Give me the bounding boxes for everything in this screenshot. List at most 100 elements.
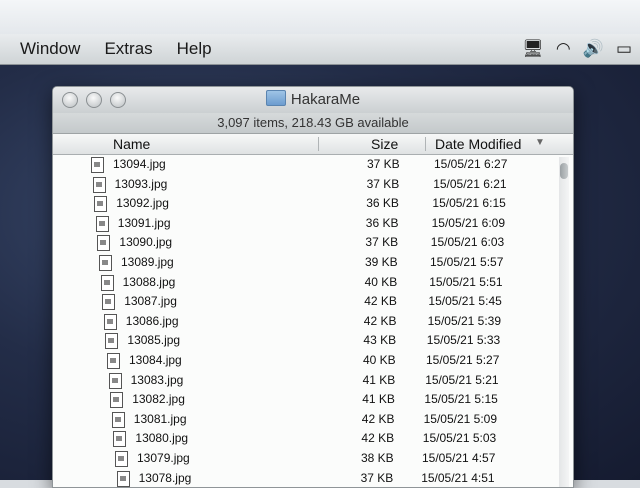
file-date-modified: 15/05/21 5:27 bbox=[426, 353, 500, 367]
file-size: 42 KB bbox=[361, 411, 395, 426]
table-row[interactable]: 13088.jpg 40 KB 15/05/21 5:51 bbox=[53, 273, 573, 293]
jpg-file-icon bbox=[105, 333, 119, 350]
table-row[interactable]: 13093.jpg 37 KB 15/05/21 6:21 bbox=[53, 175, 573, 195]
window-title: HakaraMe bbox=[53, 90, 573, 108]
file-size: 37 KB bbox=[365, 235, 399, 250]
menu-window[interactable]: Window bbox=[20, 39, 80, 59]
file-date-modified: 15/05/21 5:09 bbox=[423, 411, 497, 426]
table-row[interactable]: 13094.jpg 37 KB 15/05/21 6:27 bbox=[53, 155, 573, 175]
file-date-modified: 15/05/21 5:39 bbox=[427, 313, 501, 328]
status-icons: 🖥 ◠ 🔊 ▭ bbox=[522, 39, 632, 59]
file-date-modified: 15/05/21 6:09 bbox=[431, 215, 505, 230]
jpg-file-icon bbox=[94, 196, 108, 213]
file-date-modified: 15/05/21 6:03 bbox=[430, 235, 505, 250]
file-name: 13088.jpg bbox=[122, 274, 176, 289]
file-name: 13081.jpg bbox=[133, 411, 187, 426]
file-size: 43 KB bbox=[363, 333, 397, 348]
jpg-file-icon bbox=[99, 255, 112, 271]
jpg-file-icon bbox=[103, 313, 117, 330]
window-title-text: HakaraMe bbox=[290, 91, 361, 108]
table-row[interactable]: 13092.jpg 36 KB 15/05/21 6:15 bbox=[53, 194, 573, 214]
jpg-file-icon bbox=[115, 451, 128, 467]
file-name: 13082.jpg bbox=[132, 392, 185, 407]
table-row[interactable]: 13083.jpg 41 KB 15/05/21 5:21 bbox=[53, 371, 573, 391]
column-divider[interactable] bbox=[425, 137, 426, 151]
file-date-modified: 15/05/21 4:51 bbox=[421, 470, 495, 485]
file-date-modified: 15/05/21 6:21 bbox=[433, 176, 507, 191]
folder-icon bbox=[265, 90, 286, 106]
jpg-file-icon bbox=[95, 215, 109, 232]
menu-help[interactable]: Help bbox=[177, 39, 212, 59]
file-size: 37 KB bbox=[360, 470, 394, 485]
file-size: 42 KB bbox=[361, 431, 395, 446]
file-date-modified: 15/05/21 5:03 bbox=[422, 431, 497, 446]
table-row[interactable]: 13080.jpg 42 KB 15/05/21 5:03 bbox=[53, 429, 573, 449]
file-name: 13090.jpg bbox=[119, 235, 173, 250]
column-name[interactable]: Name bbox=[113, 136, 150, 152]
menu-extras[interactable]: Extras bbox=[104, 39, 152, 59]
jpg-file-icon bbox=[97, 235, 111, 252]
file-name: 13091.jpg bbox=[117, 215, 171, 230]
jpg-file-icon bbox=[108, 372, 122, 389]
table-row[interactable]: 13078.jpg 37 KB 15/05/21 4:51 bbox=[53, 469, 573, 487]
scrollbar-thumb[interactable] bbox=[560, 163, 568, 179]
file-size: 41 KB bbox=[362, 372, 396, 387]
table-row[interactable]: 13090.jpg 37 KB 15/05/21 6:03 bbox=[53, 233, 573, 253]
status-bar: 3,097 items, 218.43 GB available bbox=[53, 113, 573, 134]
table-row[interactable]: 13091.jpg 36 KB 15/05/21 6:09 bbox=[53, 214, 573, 234]
file-date-modified: 15/05/21 5:51 bbox=[429, 274, 503, 289]
file-name: 13079.jpg bbox=[137, 451, 190, 465]
scrollbar-track[interactable] bbox=[559, 157, 569, 487]
jpg-file-icon bbox=[110, 392, 124, 409]
table-row[interactable]: 13081.jpg 42 KB 15/05/21 5:09 bbox=[53, 410, 573, 430]
table-row[interactable]: 13086.jpg 42 KB 15/05/21 5:39 bbox=[53, 312, 573, 332]
jpg-file-icon bbox=[100, 274, 114, 291]
file-date-modified: 15/05/21 5:33 bbox=[426, 333, 501, 348]
jpg-file-icon bbox=[116, 470, 130, 487]
finder-window: HakaraMe 3,097 items, 218.43 GB availabl… bbox=[52, 86, 574, 488]
display-icon[interactable]: 🖥 bbox=[522, 39, 544, 59]
table-row[interactable]: 13089.jpg 39 KB 15/05/21 5:57 bbox=[53, 253, 573, 273]
file-size: 40 KB bbox=[364, 274, 398, 289]
table-row[interactable]: 13087.jpg 42 KB 15/05/21 5:45 bbox=[53, 292, 573, 312]
window-titlebar[interactable]: HakaraMe bbox=[53, 87, 573, 113]
file-date-modified: 15/05/21 6:15 bbox=[432, 196, 506, 211]
menu-bar: Window Extras Help 🖥 ◠ 🔊 ▭ bbox=[0, 34, 640, 65]
column-size[interactable]: Size bbox=[371, 136, 398, 152]
table-row[interactable]: 13085.jpg 43 KB 15/05/21 5:33 bbox=[53, 331, 573, 351]
file-size: 39 KB bbox=[365, 255, 398, 269]
file-date-modified: 15/05/21 5:15 bbox=[424, 392, 498, 407]
column-divider[interactable] bbox=[318, 137, 319, 151]
file-name: 13094.jpg bbox=[113, 157, 166, 171]
jpg-file-icon bbox=[92, 176, 106, 193]
file-name: 13083.jpg bbox=[130, 372, 184, 387]
table-row[interactable]: 13082.jpg 41 KB 15/05/21 5:15 bbox=[53, 390, 573, 410]
file-name: 13087.jpg bbox=[124, 294, 177, 309]
jpg-file-icon bbox=[113, 431, 127, 448]
jpg-file-icon bbox=[91, 157, 104, 173]
file-name: 13086.jpg bbox=[125, 313, 179, 328]
file-date-modified: 15/05/21 5:21 bbox=[425, 372, 499, 387]
file-size: 38 KB bbox=[361, 451, 394, 465]
file-size: 42 KB bbox=[364, 294, 397, 309]
table-row[interactable]: 13084.jpg 40 KB 15/05/21 5:27 bbox=[53, 351, 573, 371]
battery-icon[interactable]: ▭ bbox=[616, 39, 632, 59]
file-name: 13093.jpg bbox=[114, 176, 168, 191]
file-date-modified: 15/05/21 6:27 bbox=[434, 157, 508, 171]
file-date-modified: 15/05/21 5:45 bbox=[428, 294, 502, 309]
file-size: 36 KB bbox=[366, 196, 399, 211]
table-row[interactable]: 13079.jpg 38 KB 15/05/21 4:57 bbox=[53, 449, 573, 469]
volume-icon[interactable]: 🔊 bbox=[583, 39, 604, 59]
screen-bezel bbox=[0, 0, 640, 34]
file-name: 13085.jpg bbox=[127, 333, 181, 348]
jpg-file-icon bbox=[111, 411, 125, 428]
file-size: 42 KB bbox=[363, 313, 397, 328]
column-date-modified[interactable]: Date Modified bbox=[435, 136, 521, 152]
file-size: 36 KB bbox=[365, 215, 399, 230]
file-size: 41 KB bbox=[362, 392, 395, 407]
file-name: 13078.jpg bbox=[138, 470, 192, 485]
file-name: 13080.jpg bbox=[135, 431, 189, 446]
file-size: 40 KB bbox=[363, 353, 396, 367]
wifi-icon[interactable]: ◠ bbox=[556, 39, 571, 59]
file-date-modified: 15/05/21 4:57 bbox=[422, 451, 496, 465]
